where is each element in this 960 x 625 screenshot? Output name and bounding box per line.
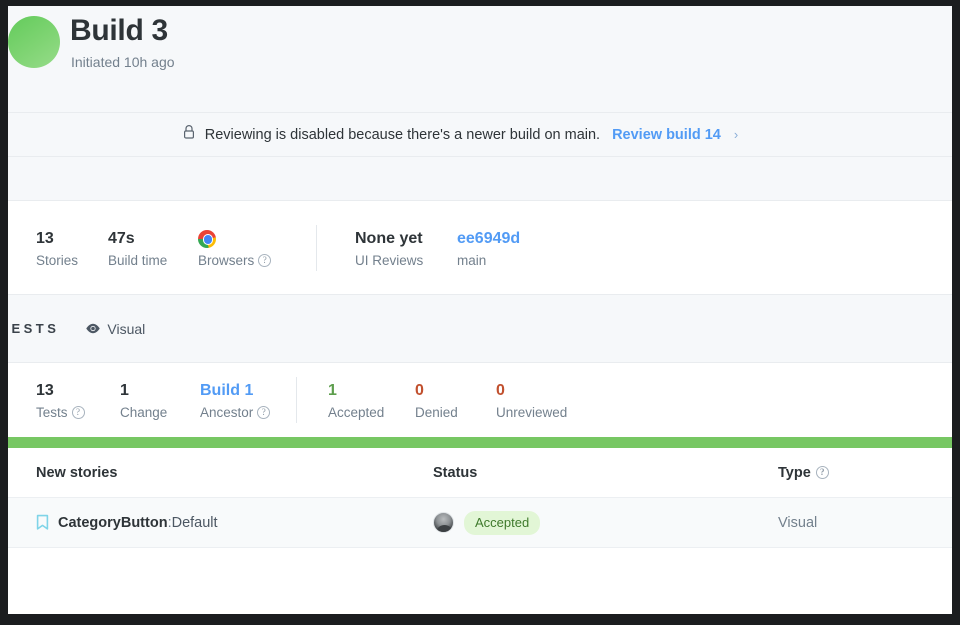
- stat-ui-reviews-value: None yet: [355, 229, 423, 247]
- stat-accepted-label-text: Accepted: [328, 405, 385, 420]
- stat-unreviewed-label-text: Unreviewed: [496, 405, 568, 420]
- help-icon-tests[interactable]: ?: [71, 406, 85, 419]
- stat-ancestor[interactable]: Build 1 Ancestor ?: [200, 380, 296, 420]
- build-header: Build 3 Initiated 10h ago: [8, 6, 952, 113]
- test-stats-divider: [296, 377, 297, 423]
- status-cell: Accepted: [433, 510, 778, 535]
- stat-stories-value: 13: [36, 229, 54, 247]
- stat-change-label: Change: [120, 405, 200, 420]
- stat-build-time: 47s Build time: [108, 228, 198, 268]
- branch-name: main: [457, 252, 487, 268]
- help-icon-ancestor[interactable]: ?: [257, 406, 271, 419]
- build-status-avatar: [8, 16, 60, 68]
- review-disabled-banner: Reviewing is disabled because there's a …: [8, 113, 952, 157]
- stat-denied: 0 Denied: [415, 380, 496, 420]
- stat-tests: 13 Tests ?: [36, 380, 120, 420]
- status-badge: Accepted: [464, 510, 541, 535]
- stat-build-time-label-text: Build time: [108, 252, 168, 268]
- column-header-status: Status: [433, 464, 478, 481]
- stat-accepted-value: 1: [328, 382, 337, 399]
- stat-browsers-label: Browsers ?: [198, 253, 316, 268]
- story-cell[interactable]: CategoryButton:Default: [8, 514, 433, 531]
- stat-change-label-text: Change: [120, 405, 168, 420]
- help-icon-browsers[interactable]: ?: [258, 253, 272, 267]
- stat-ui-reviews-label-text: UI Reviews: [355, 252, 424, 268]
- ancestor-build-link[interactable]: Build 1: [200, 380, 296, 402]
- header-spacer-band: [8, 157, 952, 201]
- stat-stories-label: Stories: [36, 253, 108, 268]
- tests-section-header: TESTS Visual: [8, 295, 952, 363]
- page-title: Build 3: [70, 14, 168, 47]
- column-header-stories: New stories: [36, 464, 118, 481]
- tab-visual[interactable]: Visual: [85, 321, 145, 337]
- help-icon-type[interactable]: ?: [815, 466, 829, 479]
- stat-browsers-value: [198, 228, 316, 250]
- stat-tests-label: Tests ?: [36, 405, 120, 420]
- stat-unreviewed-value: 0: [496, 382, 505, 399]
- stat-change: 1 Change: [120, 380, 200, 420]
- stat-browsers: Browsers ?: [198, 228, 316, 268]
- lock-icon: [182, 124, 196, 145]
- review-build-link[interactable]: Review build 14: [612, 127, 721, 143]
- avatar: [433, 512, 454, 533]
- table-header: New stories Status Type ?: [8, 448, 952, 498]
- stat-ancestor-label-text: Ancestor: [200, 405, 254, 420]
- stat-denied-value: 0: [415, 382, 424, 399]
- tab-visual-label: Visual: [107, 320, 146, 337]
- banner-message: Reviewing is disabled because there's a …: [204, 126, 601, 143]
- stat-build-time-value: 47s: [108, 229, 135, 247]
- tests-label: TESTS: [8, 321, 60, 336]
- stat-accepted-label: Accepted: [328, 405, 415, 420]
- stat-tests-label-text: Tests: [36, 405, 68, 420]
- stat-unreviewed-label: Unreviewed: [496, 405, 567, 420]
- type-cell: Visual: [778, 514, 818, 531]
- bookmark-icon: [36, 514, 49, 530]
- story-variant: Default: [171, 514, 218, 531]
- stat-ui-reviews: None yet UI Reviews: [355, 228, 457, 268]
- stat-ui-reviews-label: UI Reviews: [355, 253, 457, 268]
- story-name: CategoryButton:Default: [58, 515, 218, 531]
- stat-denied-label-text: Denied: [415, 405, 458, 420]
- chevron-right-icon: ›: [733, 127, 739, 142]
- build-timestamp: Initiated 10h ago: [71, 54, 175, 70]
- stat-denied-label: Denied: [415, 405, 496, 420]
- stat-stories: 13 Stories: [36, 228, 108, 268]
- build-page: Build 3 Initiated 10h ago Reviewing is d…: [8, 6, 952, 614]
- stat-accepted: 1 Accepted: [328, 380, 415, 420]
- stat-build-time-label: Build time: [108, 253, 198, 268]
- table-footer-space: [8, 548, 952, 570]
- commit-hash-link[interactable]: ee6949d: [457, 228, 520, 250]
- stat-commit[interactable]: ee6949d main: [457, 228, 520, 268]
- story-component: CategoryButton: [58, 514, 168, 531]
- column-header-type-label: Type: [778, 464, 811, 481]
- stat-change-value: 1: [120, 382, 129, 399]
- chrome-icon: [198, 229, 216, 248]
- column-header-type: Type ?: [778, 465, 952, 481]
- stat-tests-value: 13: [36, 382, 54, 399]
- stats-divider: [316, 224, 317, 271]
- test-stats-row: 13 Tests ? 1 Change Build 1 Ancestor ? 1…: [8, 363, 952, 437]
- eye-icon: [86, 323, 101, 334]
- build-status-bar: [8, 437, 952, 448]
- build-stats-row: 13 Stories 47s Build time Browsers ? Non…: [8, 201, 952, 295]
- stat-branch-label: main: [457, 253, 520, 268]
- stat-ancestor-label: Ancestor ?: [200, 405, 296, 420]
- stat-browsers-label-text: Browsers: [198, 252, 255, 268]
- stat-stories-label-text: Stories: [36, 252, 79, 268]
- stat-unreviewed: 0 Unreviewed: [496, 380, 567, 420]
- table-row[interactable]: CategoryButton:Default Accepted Visual: [8, 498, 952, 548]
